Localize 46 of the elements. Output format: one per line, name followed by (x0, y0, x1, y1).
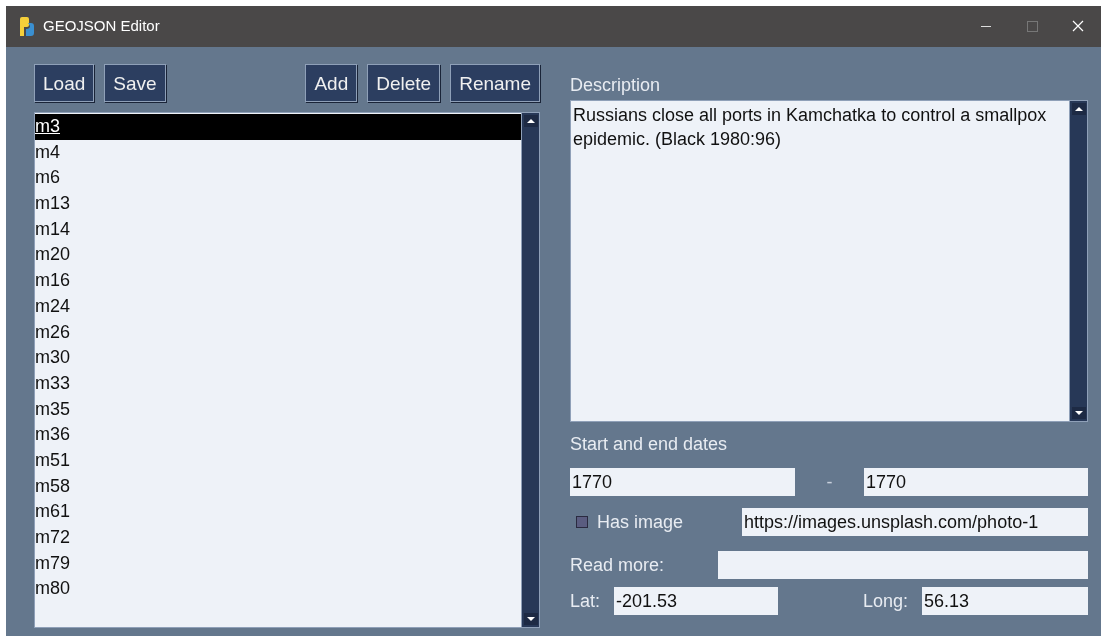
start-date-field[interactable]: 1770 (570, 468, 795, 496)
list-item[interactable]: m33 (35, 370, 521, 397)
list-item[interactable]: m24 (35, 293, 521, 320)
list-item[interactable]: m79 (35, 550, 521, 577)
lat-label: Lat: (570, 589, 601, 613)
list-item[interactable]: m20 (35, 242, 521, 269)
list-item[interactable]: m13 (35, 191, 521, 217)
long-field[interactable]: 56.13 (922, 587, 1088, 615)
toolbar-button[interactable]: Save (104, 64, 166, 102)
list-item[interactable]: m14 (35, 216, 521, 243)
list-item[interactable]: m26 (35, 319, 521, 346)
long-label: Long: (862, 589, 908, 613)
dates-label: Start and end dates (570, 433, 729, 456)
toolbar-button[interactable]: Rename (450, 64, 540, 102)
toolbar-button[interactable]: Delete (367, 64, 441, 102)
list-item[interactable]: m3 (35, 114, 521, 140)
list-item[interactable]: m72 (35, 525, 521, 551)
description-label: Description (570, 74, 662, 97)
window-title: GEOJSON Editor (43, 16, 160, 37)
list-item[interactable]: m36 (35, 422, 521, 448)
list-item[interactable]: m35 (35, 396, 521, 423)
list-item[interactable]: m80 (35, 576, 521, 603)
read-more-label: Read more: (570, 553, 665, 577)
has-image-label: Has image (597, 510, 684, 534)
list-item[interactable]: m58 (35, 473, 521, 500)
toolbar-button[interactable]: Add (305, 64, 358, 102)
list-item[interactable]: m16 (35, 268, 521, 294)
scroll-up-icon[interactable] (1071, 103, 1086, 115)
toolbar-button[interactable]: Load (34, 64, 95, 102)
list-item[interactable]: m30 (35, 345, 521, 371)
image-checkbox[interactable] (576, 516, 588, 528)
list-item[interactable]: m61 (35, 499, 521, 525)
list-item[interactable]: m6 (35, 165, 521, 192)
scroll-down-icon[interactable] (1071, 407, 1086, 419)
scrollbar[interactable] (1069, 101, 1087, 421)
date-separator: - (825, 470, 834, 494)
app-logo-icon (19, 16, 35, 37)
lat-field[interactable]: -201.53 (614, 587, 779, 615)
image-url-field[interactable]: https://images.unsplash.com/photo-1 (742, 508, 1088, 536)
end-date-field[interactable]: 1770 (864, 468, 1088, 496)
scrollbar[interactable] (521, 113, 539, 627)
scroll-up-icon[interactable] (523, 115, 538, 127)
list-item[interactable]: m4 (35, 139, 521, 166)
list-item[interactable]: m51 (35, 447, 521, 474)
read-more-field[interactable] (718, 551, 1088, 579)
scroll-down-icon[interactable] (523, 613, 538, 625)
